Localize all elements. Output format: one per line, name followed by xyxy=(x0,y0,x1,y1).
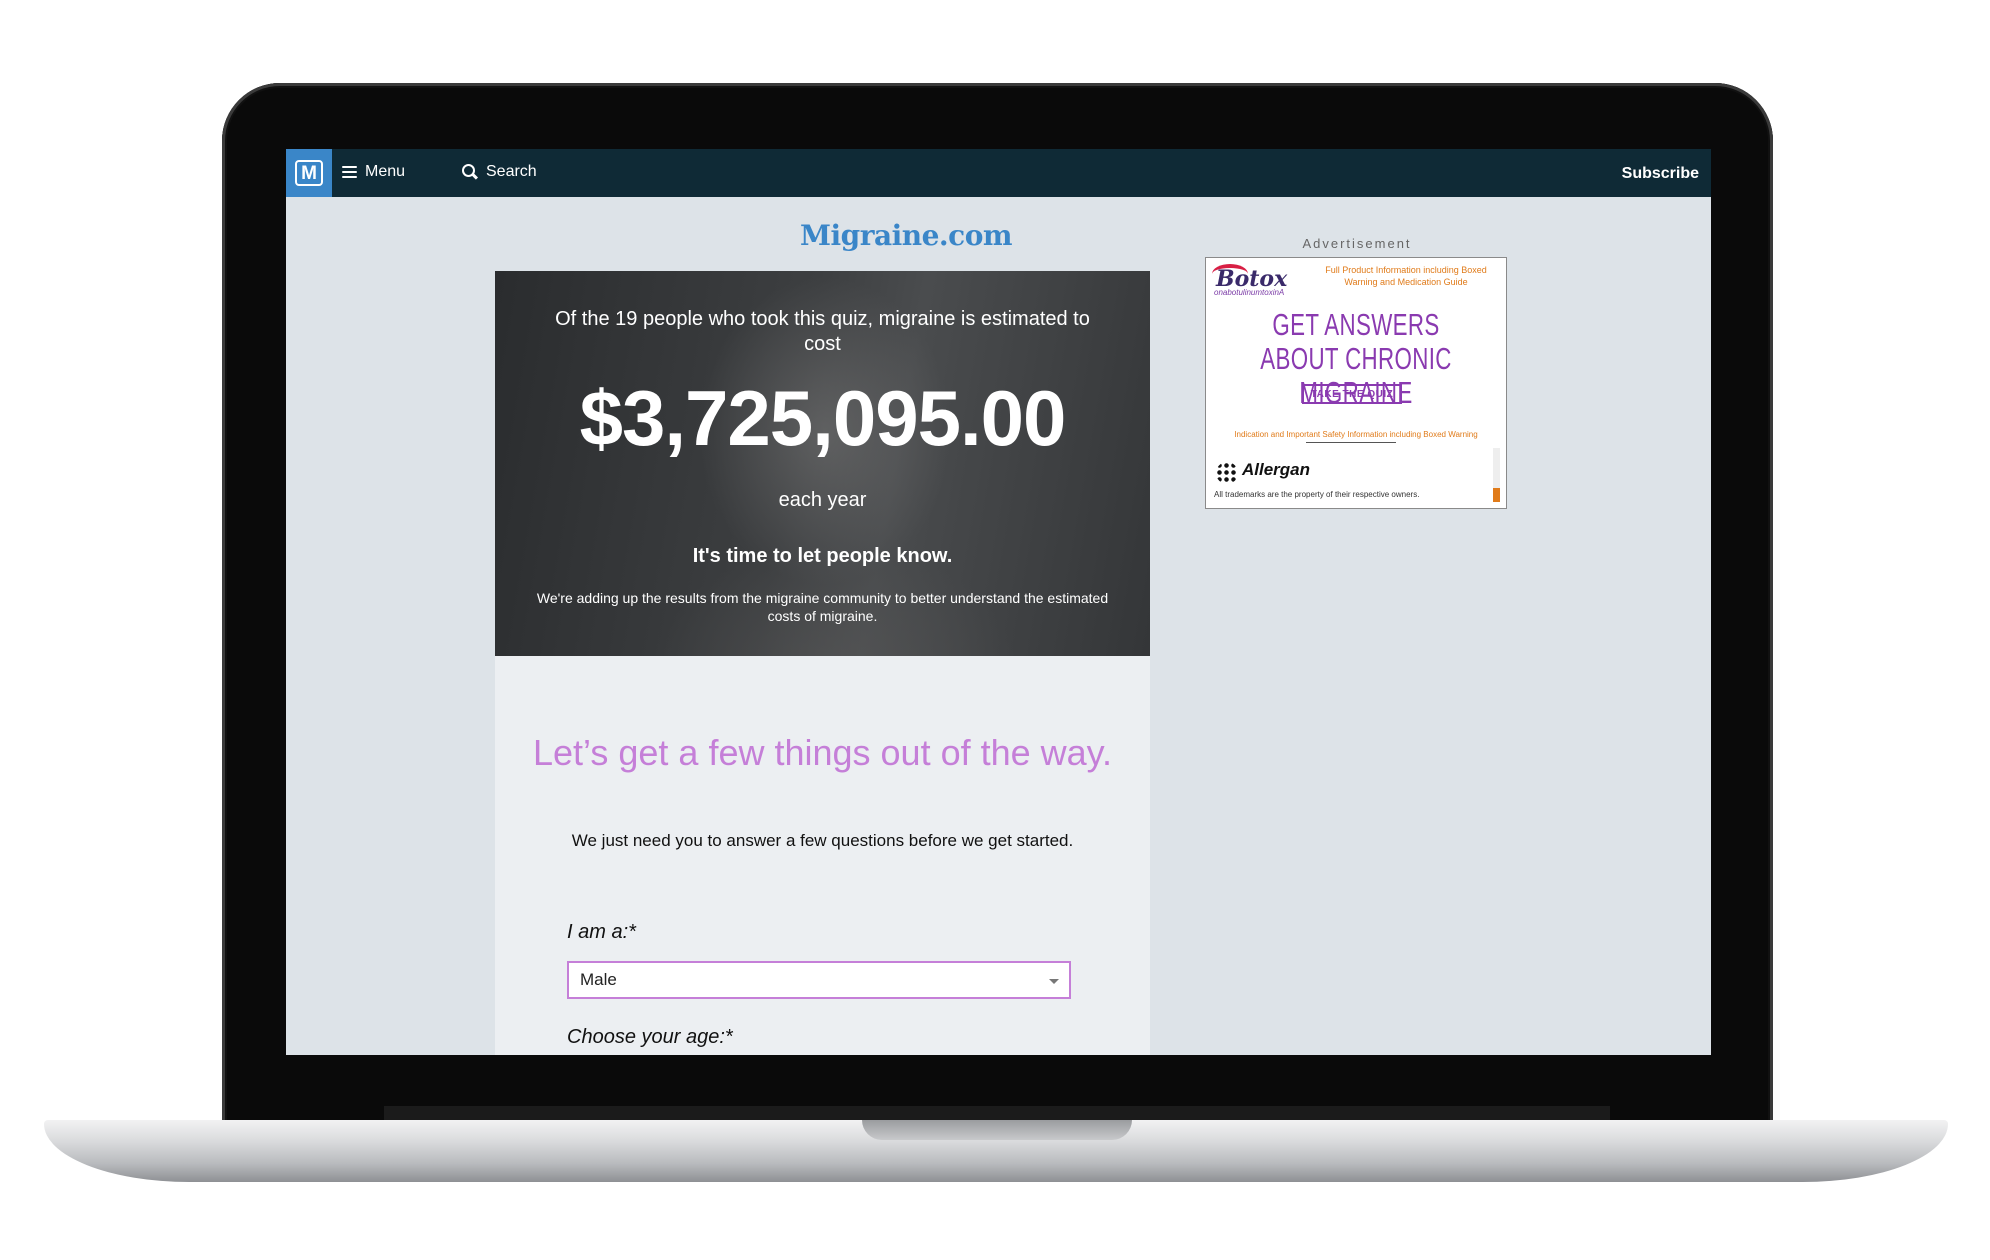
site-logo[interactable]: M xyxy=(286,149,332,197)
quiz-form: Let’s get a few things out of the way. W… xyxy=(495,656,1150,1055)
form-subheading: We just need you to answer a few questio… xyxy=(571,831,1074,850)
logo-letter: M xyxy=(295,160,323,186)
ad-generic-name: onabotulinumtoxinA xyxy=(1214,288,1285,297)
hamburger-icon xyxy=(342,165,357,179)
chevron-down-icon xyxy=(1049,979,1059,984)
advertisement-label: Advertisement xyxy=(1302,236,1412,251)
laptop-notch xyxy=(862,1120,1132,1140)
ad-safety-link[interactable]: Indication and Important Safety Informat… xyxy=(1214,430,1498,439)
ad-divider xyxy=(1306,442,1396,443)
hero-description: We're adding up the results from the mig… xyxy=(536,590,1109,624)
subscribe-link[interactable]: Subscribe xyxy=(1622,165,1699,183)
gender-label: I am a:* xyxy=(567,921,636,943)
hero-intro: Of the 19 people who took this quiz, mig… xyxy=(555,308,1090,355)
take-quiz-button[interactable]: TAKE THE QUIZ xyxy=(1302,384,1402,404)
ad-scrollbar-thumb[interactable] xyxy=(1493,488,1500,502)
ad-legal-text: All trademarks are the property of their… xyxy=(1214,490,1420,499)
ad-maker: Allergan xyxy=(1242,460,1311,479)
hero-cta: It's time to let people know. xyxy=(692,545,953,567)
age-label: Choose your age:* xyxy=(567,1026,733,1048)
ad-info-link[interactable]: Full Product Information including Boxed… xyxy=(1316,264,1496,288)
site-title[interactable]: Migraine.com xyxy=(706,219,1106,252)
allergan-logo-icon xyxy=(1216,462,1238,484)
search-button[interactable]: Search xyxy=(462,163,537,181)
search-label: Search xyxy=(486,163,537,180)
cost-period: each year xyxy=(778,489,867,511)
gender-select[interactable]: Male xyxy=(567,961,1071,999)
search-icon xyxy=(462,164,479,180)
advertisement-banner[interactable]: Botox onabotulinumtoxinA Full Product In… xyxy=(1205,257,1507,509)
menu-button[interactable]: Menu xyxy=(342,163,405,181)
top-navigation: M Menu Search Subscribe xyxy=(286,149,1711,197)
menu-label: Menu xyxy=(365,163,406,180)
gender-select-value: Male xyxy=(580,970,617,989)
browser-viewport: M Menu Search Subscribe Migraine.com Of … xyxy=(286,149,1711,1055)
quiz-results-hero: Of the 19 people who took this quiz, mig… xyxy=(495,271,1150,656)
form-heading: Let’s get a few things out of the way. xyxy=(532,732,1113,773)
laptop-hinge xyxy=(384,1106,1610,1120)
cost-amount: $3,725,095.00 xyxy=(579,374,1067,462)
